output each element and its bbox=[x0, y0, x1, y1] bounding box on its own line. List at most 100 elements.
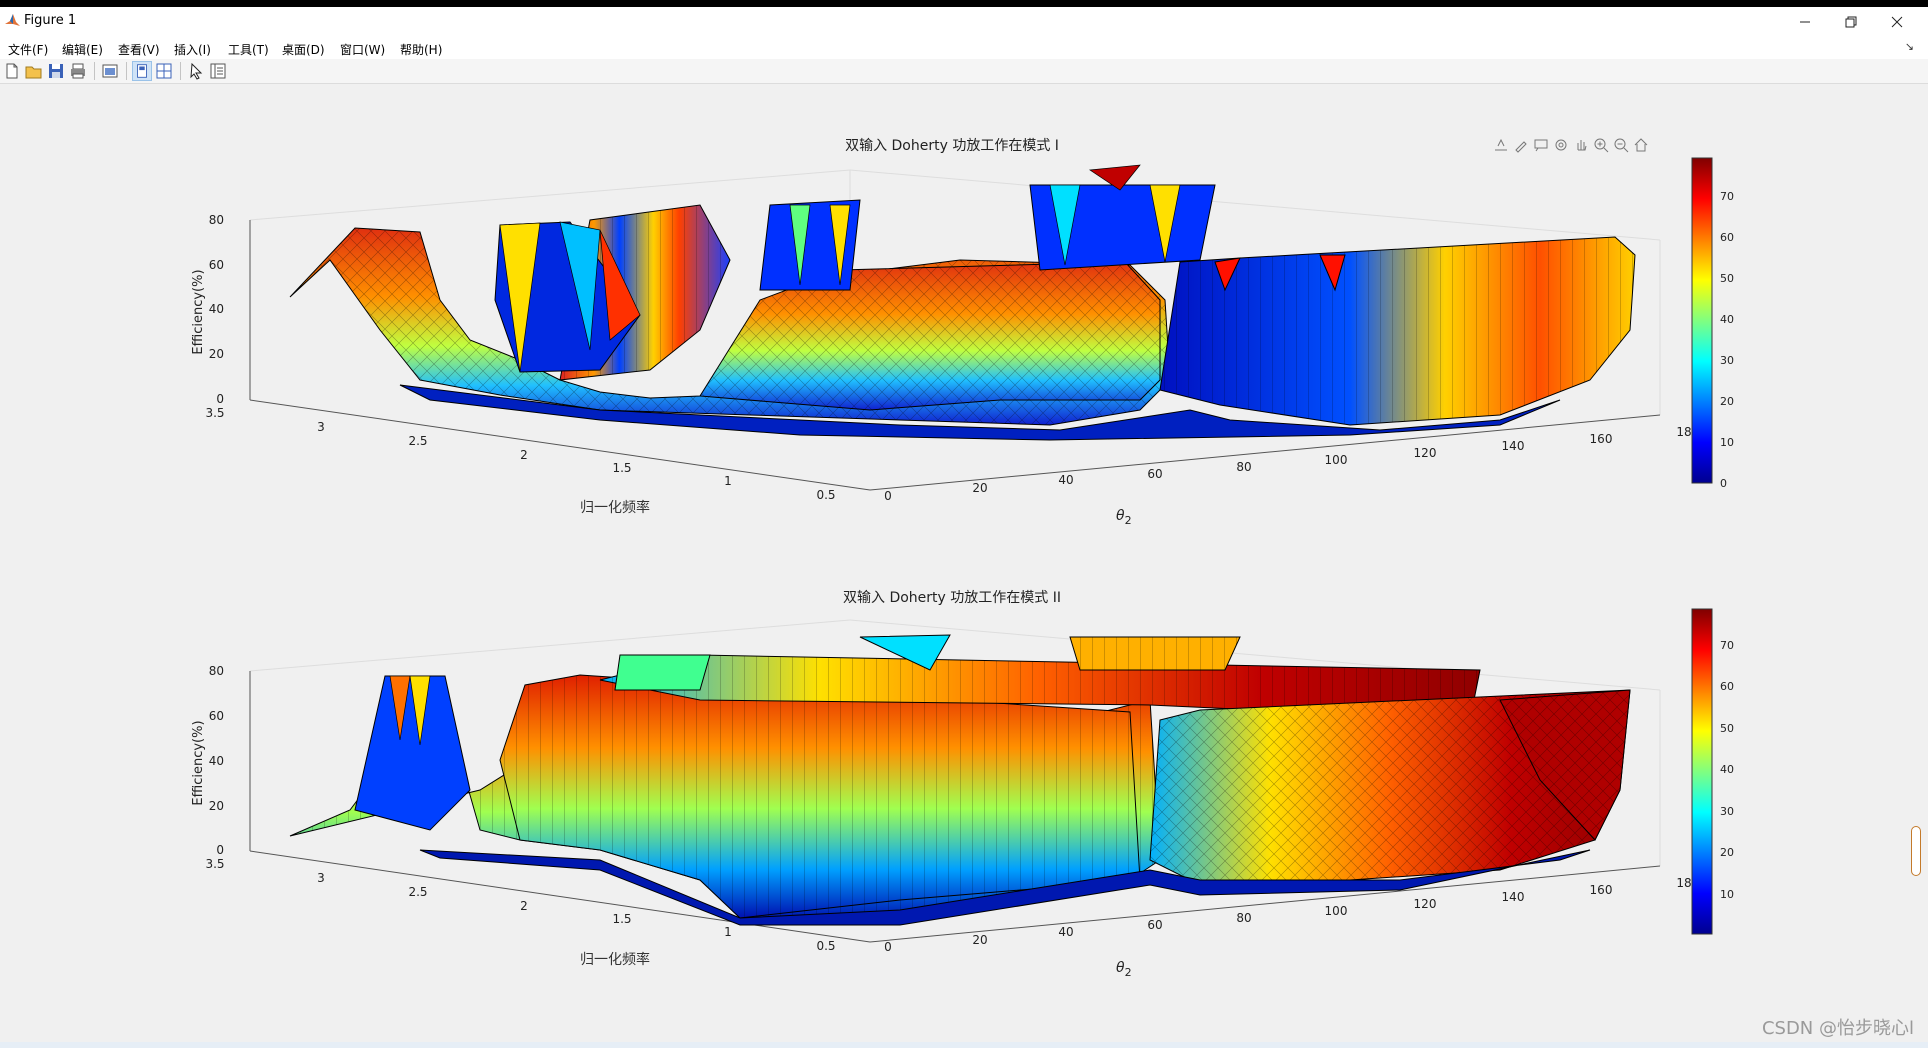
plot-2-ytick-2.5: 2.5 bbox=[408, 885, 427, 899]
plot-1-ytick-1.5: 1.5 bbox=[612, 461, 631, 475]
plot-2-ztick-0: 0 bbox=[216, 843, 224, 857]
plot-2-xtick-80: 80 bbox=[1236, 911, 1251, 925]
plot-1: 双输入 Doherty 功放工作在模式 I 80 60 40 20 0 Effi… bbox=[191, 138, 1734, 527]
plot-1-ylabel: 归一化频率 bbox=[580, 499, 650, 516]
plot-1-ytick-0.5: 0.5 bbox=[816, 488, 835, 502]
minimize-button[interactable] bbox=[1782, 9, 1828, 35]
plot-2-xtick-180: 18 bbox=[1676, 876, 1691, 890]
plot-2-cbar-40: 40 bbox=[1720, 763, 1734, 776]
plot-2-ytick-1: 1 bbox=[724, 925, 732, 939]
plot-1-xtick-40: 40 bbox=[1058, 473, 1073, 487]
export-icon[interactable] bbox=[1492, 136, 1510, 154]
plot-1-cbar-40: 40 bbox=[1720, 313, 1734, 326]
pan-icon[interactable] bbox=[1572, 136, 1590, 154]
show-plot-tools-icon[interactable] bbox=[154, 61, 174, 81]
save-icon[interactable] bbox=[46, 61, 66, 81]
plot-1-xtick-140: 140 bbox=[1502, 439, 1525, 453]
edit-plot-arrow-icon[interactable] bbox=[186, 61, 206, 81]
property-inspector-icon[interactable] bbox=[208, 61, 228, 81]
plot-2-xtick-120: 120 bbox=[1414, 897, 1437, 911]
menu-help[interactable]: 帮助(H) bbox=[400, 41, 442, 58]
plot-1-ytick-3: 3 bbox=[317, 420, 325, 434]
dock-arrow-icon[interactable]: ↘ bbox=[1905, 40, 1914, 53]
hide-plot-tools-icon[interactable] bbox=[132, 61, 152, 81]
plot-1-xtick-160: 160 bbox=[1590, 432, 1613, 446]
plot-2-xtick-0: 0 bbox=[884, 940, 892, 954]
plot-1-ztick-80: 80 bbox=[209, 213, 224, 227]
plot-2-z-ticks: 80 60 40 20 0 bbox=[209, 664, 224, 857]
link-plot-icon[interactable] bbox=[100, 61, 120, 81]
plot-1-cbar-20: 20 bbox=[1720, 395, 1734, 408]
plot-2-cbar-20: 20 bbox=[1720, 846, 1734, 859]
plot-1-cbar-50: 50 bbox=[1720, 272, 1734, 285]
new-figure-icon[interactable] bbox=[2, 61, 22, 81]
plot-1-ytick-2.5: 2.5 bbox=[408, 434, 427, 448]
plot-1-title: 双输入 Doherty 功放工作在模式 I bbox=[845, 138, 1059, 154]
zoom-out-icon[interactable] bbox=[1612, 136, 1630, 154]
datatip-icon[interactable] bbox=[1532, 136, 1550, 154]
plot-2-ytick-2: 2 bbox=[520, 899, 528, 913]
watermark: CSDN @怡步晓心l bbox=[1761, 1018, 1914, 1039]
plot-2-cbar-30: 30 bbox=[1720, 805, 1734, 818]
toolbar-separator bbox=[126, 62, 127, 80]
taskbar-edge bbox=[0, 1042, 1928, 1048]
menu-insert[interactable]: 插入(I) bbox=[174, 41, 211, 58]
plot-1-xtick-120: 120 bbox=[1414, 446, 1437, 460]
plot-1-xtick-20: 20 bbox=[972, 481, 987, 495]
plot-1-cbar-30: 30 bbox=[1720, 354, 1734, 367]
menu-window[interactable]: 窗口(W) bbox=[340, 41, 385, 58]
home-icon[interactable] bbox=[1632, 136, 1650, 154]
plot-1-ztick-40: 40 bbox=[209, 302, 224, 316]
axes-toolbar bbox=[1492, 136, 1650, 156]
open-file-icon[interactable] bbox=[24, 61, 44, 81]
plot-1-cbar-60: 60 bbox=[1720, 231, 1734, 244]
screen-top-edge bbox=[0, 0, 1928, 7]
plot-2-cbar-50: 50 bbox=[1720, 722, 1734, 735]
zoom-in-icon[interactable] bbox=[1592, 136, 1610, 154]
restore-button[interactable] bbox=[1828, 9, 1874, 35]
menu-bar: 文件(F) 编辑(E) 查看(V) 插入(I) 工具(T) 桌面(D) 窗口(W… bbox=[0, 37, 1928, 59]
menu-tools[interactable]: 工具(T) bbox=[228, 41, 269, 58]
window-titlebar: Figure 1 bbox=[0, 7, 1928, 37]
plot-1-xtick-60: 60 bbox=[1147, 467, 1162, 481]
plot-1-ytick-1: 1 bbox=[724, 474, 732, 488]
plot-2-cbar-60: 60 bbox=[1720, 680, 1734, 693]
rotate-icon[interactable] bbox=[1552, 136, 1570, 154]
plot-1-zlabel: Efficiency(%) bbox=[191, 269, 206, 354]
close-icon bbox=[1891, 16, 1903, 28]
print-icon[interactable] bbox=[68, 61, 88, 81]
plot-2-colorbar-ticks: 10 20 30 40 50 60 70 bbox=[1720, 639, 1734, 901]
plot-1-xtick-180: 18 bbox=[1676, 425, 1691, 439]
plot-1-colorbar-ticks: 0 10 20 30 40 50 60 70 bbox=[1720, 190, 1734, 490]
plot-2-ztick-60: 60 bbox=[209, 709, 224, 723]
plot-1-xtick-100: 100 bbox=[1325, 453, 1348, 467]
menu-desktop[interactable]: 桌面(D) bbox=[282, 41, 325, 58]
plot-1-surface bbox=[289, 164, 1636, 441]
plot-2-zlabel: Efficiency(%) bbox=[191, 720, 206, 805]
close-button[interactable] bbox=[1874, 9, 1920, 35]
plot-2-xtick-20: 20 bbox=[972, 933, 987, 947]
toolbar-separator bbox=[180, 62, 181, 80]
plot-2-ylabel: 归一化频率 bbox=[580, 951, 650, 968]
plot-1-cbar-70: 70 bbox=[1720, 190, 1734, 203]
toolbar-separator bbox=[94, 62, 95, 80]
menu-file[interactable]: 文件(F) bbox=[8, 41, 48, 58]
plot-1-ytick-3.5: 3.5 bbox=[205, 406, 224, 420]
figure-canvas: 双输入 Doherty 功放工作在模式 I 80 60 40 20 0 Effi… bbox=[0, 84, 1928, 1042]
plot-1-colorbar bbox=[1691, 157, 1713, 484]
plot-2-xtick-40: 40 bbox=[1058, 925, 1073, 939]
menu-view[interactable]: 查看(V) bbox=[118, 41, 160, 58]
plot-1-ztick-20: 20 bbox=[209, 347, 224, 361]
plot-2-xlabel: θ2 bbox=[1116, 960, 1132, 979]
scrollbar-thumb[interactable] bbox=[1911, 826, 1921, 876]
plot-1-z-ticks: 80 60 40 20 0 bbox=[209, 213, 224, 406]
plot-2-ytick-1.5: 1.5 bbox=[612, 912, 631, 926]
plot-1-xtick-0: 0 bbox=[884, 489, 892, 503]
plot-1-cbar-0: 0 bbox=[1720, 477, 1727, 490]
plot-2-xtick-60: 60 bbox=[1147, 918, 1162, 932]
menu-edit[interactable]: 编辑(E) bbox=[62, 41, 103, 58]
brush-icon[interactable] bbox=[1512, 136, 1530, 154]
plot-1-ztick-60: 60 bbox=[209, 258, 224, 272]
plot-1-ztick-0: 0 bbox=[216, 392, 224, 406]
plot-2-ztick-80: 80 bbox=[209, 664, 224, 678]
